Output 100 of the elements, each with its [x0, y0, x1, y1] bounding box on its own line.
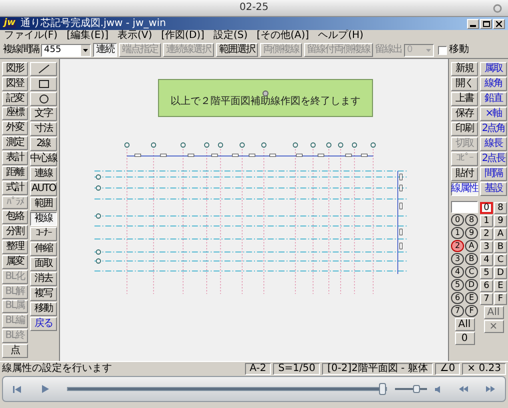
menu-item[interactable]: ヘルプ(H) [318, 31, 364, 41]
tool-button[interactable]: 保存 [451, 107, 478, 121]
minimize-button[interactable] [467, 18, 479, 28]
layer-group-button[interactable]: 5 [451, 279, 464, 291]
tool-button[interactable]: 伸縮 [30, 242, 57, 256]
layer-button[interactable]: A [494, 228, 507, 240]
layer-group-button[interactable]: A [465, 240, 478, 252]
layer-group-button[interactable]: D [465, 279, 478, 291]
tool-button[interactable] [30, 62, 57, 76]
layer-group-button[interactable]: 3 [451, 253, 464, 265]
combo-box[interactable]: 455 [41, 44, 91, 56]
tool-button[interactable]: 基設 [480, 182, 507, 196]
layer-button[interactable]: 2 [480, 228, 493, 240]
toolbar-button[interactable]: 範囲選択 [216, 43, 258, 57]
tool-button[interactable]: 線角 [480, 77, 507, 91]
layer-group-button[interactable]: 0 [454, 332, 474, 345]
layer-group-button[interactable]: 6 [451, 292, 464, 304]
tool-button[interactable]: 図登 [2, 76, 28, 91]
tool-button[interactable]: 属変 [2, 254, 28, 269]
layer-button[interactable]: 4 [480, 254, 493, 266]
tool-button[interactable]: 連線 [30, 167, 57, 181]
tool-button[interactable]: 点 [2, 344, 28, 358]
toolbar-button[interactable]: 連続 [93, 43, 117, 57]
layer-button[interactable]: 0 [480, 202, 493, 214]
layer-button[interactable]: 6 [480, 280, 493, 292]
tool-button[interactable]: 貼付 [451, 167, 478, 181]
layer-button[interactable]: 7 [480, 293, 493, 305]
tool-button[interactable]: 記変 [2, 92, 28, 106]
tool-button[interactable]: 中心線 [30, 152, 57, 166]
tool-button[interactable]: ｺｰﾅｰ [30, 227, 57, 241]
tool-button[interactable]: 外変 [2, 121, 28, 136]
layer-button[interactable]: All [484, 306, 504, 319]
speaker-icon[interactable] [435, 386, 443, 392]
tool-button[interactable]: 範囲 [30, 197, 57, 211]
tool-button[interactable]: 線長 [480, 137, 507, 151]
tool-button[interactable]: 開く [451, 77, 478, 91]
layer-button[interactable]: C [494, 254, 507, 266]
layer-button[interactable]: 1 [480, 215, 493, 227]
tool-button[interactable]: 移動 [30, 302, 57, 316]
tool-button[interactable]: 座標 [2, 106, 28, 120]
tool-button[interactable]: 2点角 [480, 122, 507, 136]
tool-button[interactable]: 整理 [2, 240, 28, 254]
layer-button[interactable]: 5 [480, 267, 493, 279]
menu-item[interactable]: [編集(E)] [66, 31, 108, 41]
tool-button[interactable]: 上書 [451, 92, 478, 106]
layer-button[interactable]: 3 [480, 241, 493, 253]
tool-button[interactable]: 包絡 [2, 210, 28, 224]
fast-forward-icon[interactable] [486, 386, 495, 392]
menu-item[interactable]: [作図(D)] [161, 31, 204, 41]
tool-button[interactable]: 表計 [2, 151, 28, 165]
layer-group-button[interactable]: 0 [451, 214, 464, 226]
tool-button[interactable]: 複写 [30, 287, 57, 301]
tool-button[interactable]: 文字 [30, 107, 57, 121]
tool-button[interactable]: 式計 [2, 180, 28, 195]
tool-button[interactable]: ×軸 [480, 107, 507, 121]
layer-group-button[interactable]: 2 [451, 240, 464, 252]
maximize-button[interactable] [480, 18, 492, 28]
play-icon[interactable] [41, 385, 49, 393]
tool-button[interactable]: 寸法 [30, 122, 57, 136]
close-button[interactable] [493, 18, 505, 28]
layer-button[interactable]: B [494, 241, 507, 253]
tool-button[interactable]: 属取 [480, 62, 507, 76]
drawing-canvas[interactable]: 以上で２階平面図補助線作図を終了します [60, 59, 448, 361]
tool-button[interactable]: 測定 [2, 136, 28, 150]
tool-button[interactable]: 線属性 [451, 182, 478, 196]
tool-button[interactable]: 分割 [2, 225, 28, 240]
menu-item[interactable]: [その他(A)] [256, 31, 310, 41]
layer-button[interactable]: D [494, 267, 507, 279]
tool-button[interactable]: 鉛直 [480, 92, 507, 106]
tool-button[interactable]: 間隔 [480, 167, 507, 181]
volume-thumb[interactable] [413, 385, 420, 393]
layer-group-button[interactable]: 8 [465, 214, 478, 226]
line-sample-box[interactable] [451, 201, 478, 213]
menu-item[interactable]: 表示(V) [118, 31, 152, 41]
layer-group-button[interactable]: B [465, 253, 478, 265]
layer-group-button[interactable]: 7 [451, 305, 464, 317]
layer-group-button[interactable]: 9 [465, 227, 478, 239]
layer-button[interactable]: F [494, 293, 507, 305]
layer-group-button[interactable]: 1 [451, 227, 464, 239]
layer-button[interactable]: E [494, 280, 507, 292]
tool-button[interactable]: 複線 [30, 212, 57, 226]
skip-back-icon[interactable] [13, 386, 21, 392]
tool-button[interactable]: 距離 [2, 166, 28, 180]
layer-button[interactable]: × [484, 320, 504, 333]
layer-group-button[interactable]: F [465, 305, 478, 317]
tool-button[interactable]: AUTO [30, 182, 57, 196]
tool-button[interactable]: 2点長 [480, 152, 507, 166]
tool-button[interactable]: 消去 [30, 272, 57, 286]
move-checkbox[interactable]: 移動 [438, 45, 469, 55]
layer-group-button[interactable]: C [465, 266, 478, 278]
tool-button[interactable]: 面取 [30, 257, 57, 271]
layer-group-button[interactable]: E [465, 292, 478, 304]
progress-thumb[interactable] [378, 383, 386, 395]
rewind-icon[interactable] [459, 386, 468, 392]
layer-button[interactable]: 8 [494, 202, 507, 214]
settings-icon[interactable] [493, 4, 502, 13]
tool-button[interactable] [30, 77, 57, 91]
layer-group-button[interactable]: All [454, 318, 474, 331]
tool-button[interactable]: 2線 [30, 137, 57, 151]
layer-button[interactable]: 9 [494, 215, 507, 227]
